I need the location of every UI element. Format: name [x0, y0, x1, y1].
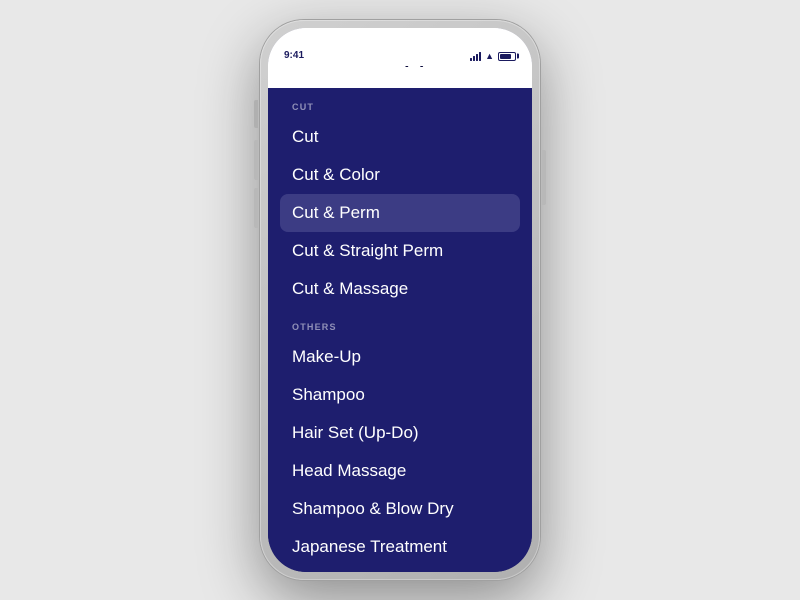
- section-label-others: OTHERS: [268, 308, 532, 338]
- status-bar: 9:41 ▲: [268, 28, 532, 66]
- list-item-makeup[interactable]: Make-Up: [268, 338, 532, 376]
- volume-down-button: [254, 188, 258, 228]
- list-item-text-cut-straight-perm: Cut & Straight Perm: [292, 241, 443, 260]
- service-list[interactable]: CUT Cut Cut & Color Cut & Perm Cut & Straigh…: [268, 88, 532, 572]
- list-item-text-makeup: Make-Up: [292, 347, 361, 366]
- list-item-cut-perm[interactable]: Cut & Perm: [268, 194, 532, 232]
- wifi-icon: ▲: [485, 51, 494, 61]
- list-item-text-shampoo: Shampoo: [292, 385, 365, 404]
- volume-up-button: [254, 140, 258, 180]
- list-item-hair-set[interactable]: Hair Set (Up-Do): [268, 414, 532, 452]
- list-item-text-head-massage: Head Massage: [292, 461, 406, 480]
- list-item-text-cut-color: Cut & Color: [292, 165, 380, 184]
- section-label-cut: CUT: [268, 88, 532, 118]
- list-item-shampoo[interactable]: Shampoo: [268, 376, 532, 414]
- list-item-cut-color[interactable]: Cut & Color: [268, 156, 532, 194]
- list-item-cut[interactable]: Cut: [268, 118, 532, 156]
- list-item-text-shampoo-blow-dry: Shampoo & Blow Dry: [292, 499, 454, 518]
- list-item-cut-straight-perm[interactable]: Cut & Straight Perm: [268, 232, 532, 270]
- phone-screen: 9:41 ▲ Let's book a(n)... CUTCutCut & Co…: [268, 28, 532, 572]
- battery-icon: [498, 52, 516, 61]
- list-item-shampoo-blow-dry[interactable]: Shampoo & Blow Dry: [268, 490, 532, 528]
- list-item-head-massage[interactable]: Head Massage: [268, 452, 532, 490]
- status-icons: ▲: [470, 51, 516, 61]
- list-item-cut-massage[interactable]: Cut & Massage: [268, 270, 532, 308]
- battery-fill: [500, 54, 511, 59]
- signal-strength-icon: [470, 52, 481, 61]
- list-item-text-cut: Cut: [292, 127, 318, 146]
- list-item-text-hair-set: Hair Set (Up-Do): [292, 423, 419, 442]
- phone-device: 9:41 ▲ Let's book a(n)... CUTCutCut & Co…: [260, 20, 540, 580]
- power-button: [542, 150, 546, 205]
- list-item-japanese-treatment[interactable]: Japanese Treatment: [268, 528, 532, 566]
- status-time: 9:41: [284, 50, 304, 61]
- list-item-text-japanese-treatment: Japanese Treatment: [292, 537, 447, 556]
- list-item-text-cut-perm: Cut & Perm: [292, 203, 380, 222]
- list-item-text-cut-massage: Cut & Massage: [292, 279, 408, 298]
